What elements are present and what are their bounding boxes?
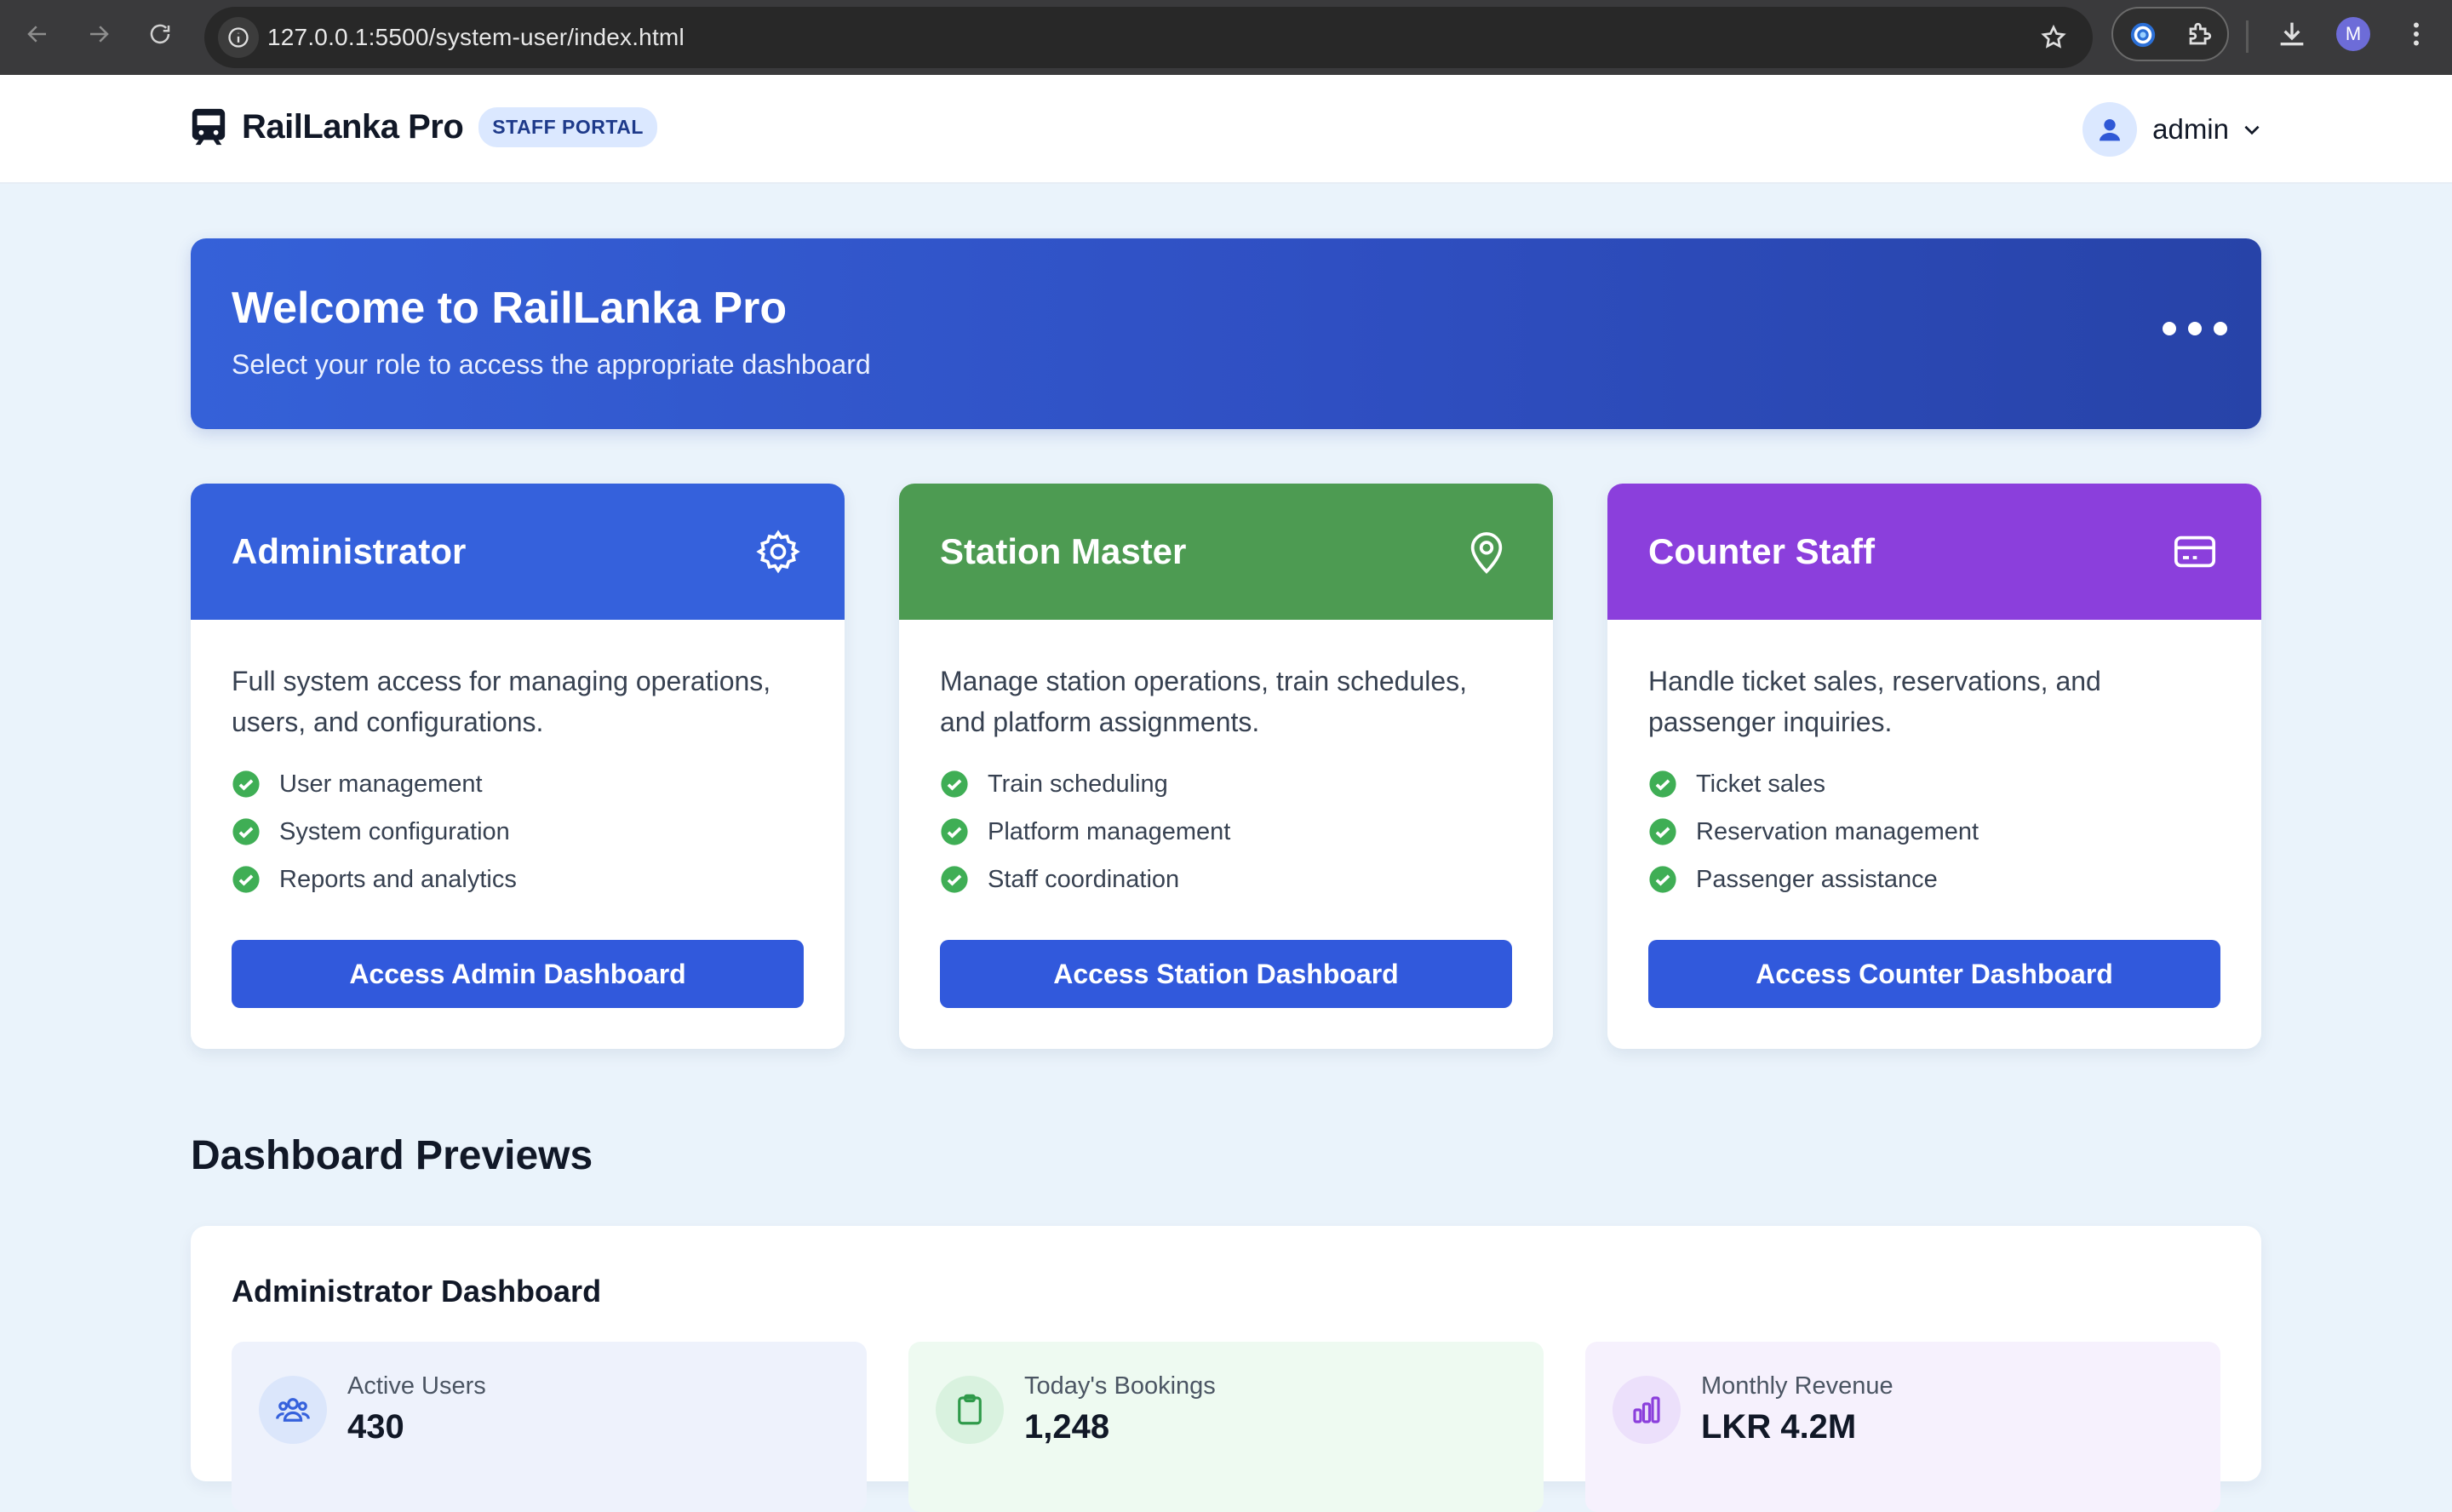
role-title: Station Master: [940, 531, 1187, 571]
feature-item: Ticket sales: [1648, 770, 1825, 799]
stat-card-monthly-revenue: Monthly Revenue LKR 4.2M: [1585, 1342, 2220, 1512]
check-circle-icon: [232, 818, 260, 845]
stat-icon: [1613, 1376, 1681, 1444]
stat-icon: [259, 1376, 327, 1444]
bar-chart-icon: [1633, 1396, 1660, 1423]
stat-card-todays-bookings: Today's Bookings 1,248: [908, 1342, 1544, 1512]
feature-label: Reports and analytics: [279, 865, 517, 893]
extensions-group: [2111, 7, 2229, 61]
extension-app-icon[interactable]: [2128, 20, 2157, 49]
check-circle-icon: [232, 866, 260, 893]
train-icon: [192, 108, 226, 146]
role-card-header: Station Master: [899, 484, 1553, 620]
profile-avatar[interactable]: M: [2336, 17, 2370, 51]
stat-icon: [936, 1376, 1004, 1444]
check-circle-icon: [941, 770, 968, 798]
users-icon: [276, 1398, 310, 1422]
feature-item: Platform management: [940, 817, 1230, 846]
access-station-dashboard-button[interactable]: Access Station Dashboard: [940, 940, 1512, 1008]
user-menu[interactable]: admin: [2082, 102, 2263, 157]
gear-icon: [756, 530, 800, 574]
stat-label: Active Users: [347, 1372, 486, 1400]
access-counter-dashboard-button[interactable]: Access Counter Dashboard: [1648, 940, 2220, 1008]
role-description: Manage station operations, train schedul…: [940, 666, 1468, 737]
stat-value: 430: [347, 1408, 404, 1446]
panel-title: Administrator Dashboard: [232, 1274, 602, 1309]
address-bar[interactable]: 127.0.0.1:5500/system-user/index.html: [204, 7, 2093, 68]
feature-item: Train scheduling: [940, 770, 1168, 799]
feature-label: Passenger assistance: [1696, 865, 1938, 893]
role-card-station-master: Station Master Manage station operations…: [899, 484, 1553, 1049]
feature-label: System configuration: [279, 817, 510, 845]
arrow-left-icon: [27, 26, 46, 43]
credit-card-icon: [2174, 536, 2216, 568]
site-info-icon[interactable]: [218, 17, 259, 58]
check-circle-icon: [1649, 770, 1676, 798]
section-title: Dashboard Previews: [191, 1133, 593, 1178]
user-avatar: [2082, 102, 2138, 157]
feature-item: Passenger assistance: [1648, 865, 1938, 894]
check-circle-icon: [1649, 866, 1676, 893]
role-title: Counter Staff: [1648, 531, 1875, 571]
back-button[interactable]: [19, 15, 56, 53]
welcome-title: Welcome to RailLanka Pro: [232, 284, 788, 333]
bookmark-star-icon[interactable]: [2040, 24, 2067, 51]
clipboard-icon: [958, 1394, 982, 1425]
arrow-right-icon: [90, 26, 109, 43]
feature-item: User management: [232, 770, 483, 799]
reload-button[interactable]: [141, 15, 179, 53]
role-description: Full system access for managing operatio…: [232, 666, 771, 737]
access-admin-dashboard-button[interactable]: Access Admin Dashboard: [232, 940, 804, 1008]
reload-icon: [150, 24, 170, 44]
toolbar-separator: [2246, 20, 2249, 53]
username: admin: [2152, 113, 2229, 145]
feature-item: Reservation management: [1648, 817, 1979, 846]
role-card-counter-staff: Counter Staff Handle ticket sales, reser…: [1607, 484, 2261, 1049]
feature-item: Reports and analytics: [232, 865, 517, 894]
app-header: RailLanka Pro STAFF PORTAL admin: [0, 75, 2452, 184]
role-card-administrator: Administrator Full system access for man…: [191, 484, 845, 1049]
more-vertical-icon[interactable]: [2401, 17, 2432, 51]
check-circle-icon: [941, 866, 968, 893]
feature-item: System configuration: [232, 817, 510, 846]
feature-label: User management: [279, 770, 483, 798]
stat-card-active-users: Active Users 430: [232, 1342, 867, 1512]
feature-label: Staff coordination: [988, 865, 1180, 893]
role-card-header: Administrator: [191, 484, 845, 620]
forward-button[interactable]: [80, 15, 117, 53]
url-text[interactable]: 127.0.0.1:5500/system-user/index.html: [267, 24, 685, 51]
feature-label: Ticket sales: [1696, 770, 1826, 798]
stat-value: 1,248: [1024, 1408, 1110, 1446]
download-icon[interactable]: [2275, 17, 2309, 51]
feature-label: Platform management: [988, 817, 1231, 845]
welcome-subtitle: Select your role to access the appropria…: [232, 349, 871, 380]
browser-chrome: 127.0.0.1:5500/system-user/index.html M: [0, 0, 2452, 75]
location-pin-icon: [1470, 532, 1503, 574]
more-horizontal-icon[interactable]: [2163, 322, 2227, 335]
stat-value: LKR 4.2M: [1701, 1408, 1857, 1446]
check-circle-icon: [232, 770, 260, 798]
role-card-header: Counter Staff: [1607, 484, 2261, 620]
welcome-banner: Welcome to RailLanka Pro Select your rol…: [191, 238, 2261, 429]
puzzle-icon[interactable]: [2185, 20, 2214, 49]
role-description: Handle ticket sales, reservations, and p…: [1648, 666, 2101, 737]
feature-label: Reservation management: [1696, 817, 1979, 845]
check-circle-icon: [1649, 818, 1676, 845]
brand[interactable]: RailLanka Pro STAFF PORTAL: [189, 106, 657, 148]
stat-label: Monthly Revenue: [1701, 1372, 1893, 1400]
portal-badge: STAFF PORTAL: [478, 106, 657, 147]
chevron-down-icon: [2244, 125, 2260, 135]
feature-label: Train scheduling: [988, 770, 1168, 798]
stat-label: Today's Bookings: [1024, 1372, 1216, 1400]
feature-item: Staff coordination: [940, 865, 1179, 894]
user-icon: [2100, 119, 2121, 141]
check-circle-icon: [941, 818, 968, 845]
brand-name: RailLanka Pro: [242, 107, 464, 146]
admin-dashboard-preview: Administrator Dashboard Active Users 430…: [191, 1226, 2261, 1512]
role-title: Administrator: [232, 531, 467, 571]
